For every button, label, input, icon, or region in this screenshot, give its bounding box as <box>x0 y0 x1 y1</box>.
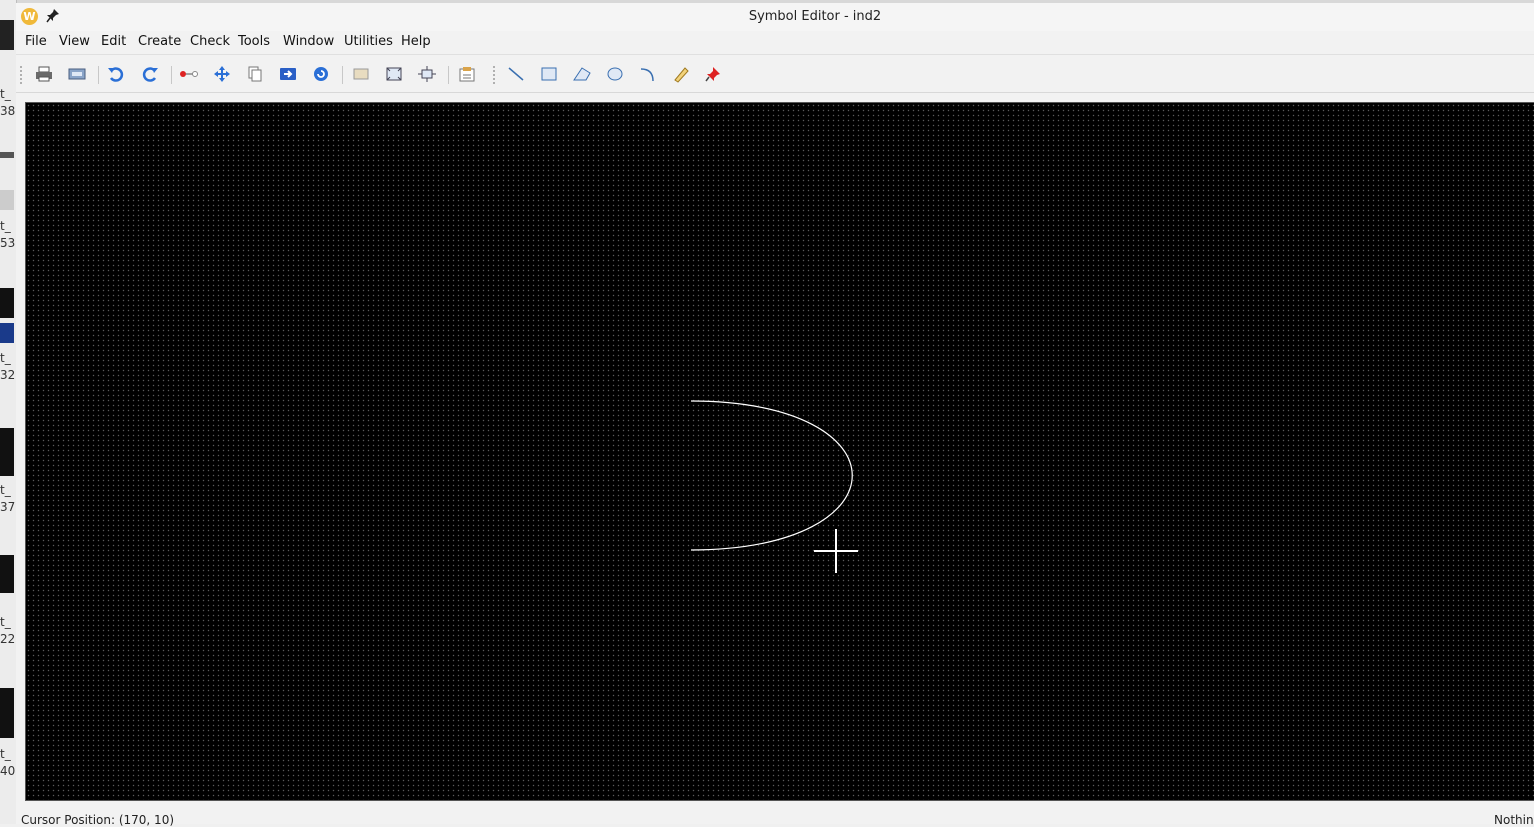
background-thumbnail <box>0 555 14 593</box>
circle-icon[interactable] <box>605 65 625 83</box>
background-label: t_ 22 <box>0 615 15 646</box>
toolbar-separator <box>171 66 172 84</box>
arc-shape[interactable] <box>690 400 853 551</box>
background-thumbnail <box>0 288 14 318</box>
menu-file[interactable]: File <box>25 34 47 49</box>
menu-window[interactable]: Window <box>283 34 334 49</box>
polygon-icon[interactable] <box>572 65 592 83</box>
menu-view[interactable]: View <box>59 34 90 49</box>
toolbar-separator <box>448 66 449 84</box>
properties-icon[interactable] <box>457 65 477 83</box>
status-bar: Cursor Position: (170, 10) Nothin <box>16 810 1534 827</box>
arc-icon[interactable] <box>638 65 658 83</box>
background-label: t_ 53 <box>0 219 15 250</box>
undo-icon[interactable] <box>106 65 126 83</box>
background-thumbnail <box>0 152 14 158</box>
move-icon[interactable] <box>212 65 232 83</box>
line-icon[interactable] <box>506 65 526 83</box>
menu-create[interactable]: Create <box>138 34 181 49</box>
copy-icon[interactable] <box>245 65 265 83</box>
symbol-editor-window: W Symbol Editor - ind2 File View Edit Cr… <box>16 3 1534 827</box>
print-icon[interactable] <box>34 65 54 83</box>
menu-help[interactable]: Help <box>401 34 431 49</box>
hierarchy-icon[interactable] <box>278 65 298 83</box>
note-icon[interactable] <box>671 65 691 83</box>
rotate-icon[interactable] <box>311 65 331 83</box>
background-label: t_ 32 <box>0 351 15 382</box>
crosshair-cursor-icon <box>814 529 858 573</box>
background-window-column: t_ 38 t_ 53 t_ 32 t_ 37 t_ 22 t_ 40 <box>0 0 17 824</box>
menu-bar: File View Edit Create Check Tools Window… <box>16 32 1534 55</box>
menu-tools[interactable]: Tools <box>238 34 270 49</box>
rectangle-icon[interactable] <box>539 65 559 83</box>
background-label: t_ 40 <box>0 747 15 778</box>
zoom-fit-icon[interactable] <box>351 65 371 83</box>
menu-edit[interactable]: Edit <box>101 34 126 49</box>
toolbar <box>16 56 1534 93</box>
background-thumbnail <box>0 20 14 50</box>
toolbar-separator <box>342 66 343 84</box>
toolbar-separator <box>98 66 99 84</box>
pan-icon[interactable] <box>417 65 437 83</box>
zoom-box-icon[interactable] <box>384 65 404 83</box>
cursor-position-readout: Cursor Position: (170, 10) <box>21 813 175 827</box>
drawing-canvas[interactable] <box>25 102 1534 801</box>
menu-utilities[interactable]: Utilities <box>344 34 393 49</box>
export-icon[interactable] <box>67 65 87 83</box>
background-thumbnail <box>0 190 14 210</box>
menu-check[interactable]: Check <box>190 34 230 49</box>
pin-icon[interactable] <box>704 65 724 83</box>
stretch-icon[interactable] <box>179 65 199 83</box>
window-title: Symbol Editor - ind2 <box>748 9 882 24</box>
background-thumbnail <box>0 688 14 738</box>
mode-status-text: Nothin <box>1494 813 1534 827</box>
title-bar[interactable]: W Symbol Editor - ind2 <box>16 3 1534 31</box>
background-label: t_ 38 <box>0 87 15 118</box>
toolbar-grip[interactable] <box>20 66 24 84</box>
background-thumbnail <box>0 323 14 343</box>
background-label: t_ 37 <box>0 483 15 514</box>
redo-icon[interactable] <box>140 65 160 83</box>
background-thumbnail <box>0 428 14 476</box>
toolbar-grip[interactable] <box>493 66 497 84</box>
canvas-drawing <box>690 400 858 573</box>
